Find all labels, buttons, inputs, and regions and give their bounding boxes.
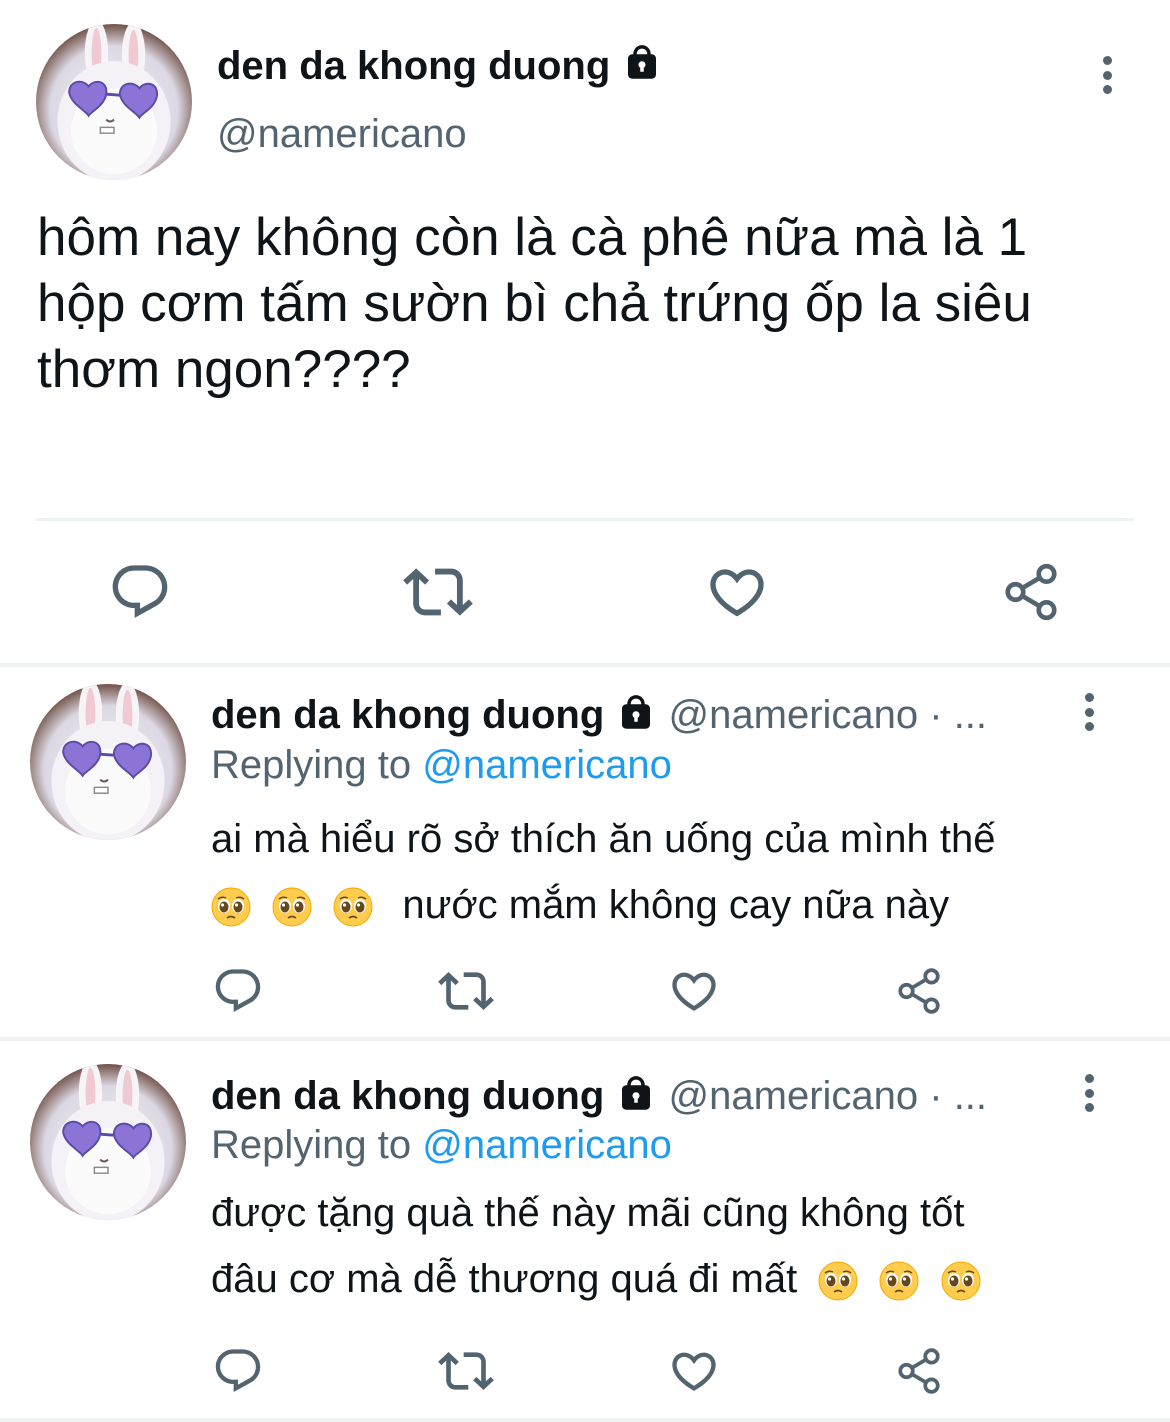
user-handle[interactable]: @namericano · ... <box>669 1074 988 1118</box>
reply-text-line: nước mắm không cay nữa này <box>402 883 950 927</box>
lock-icon <box>621 42 663 84</box>
pleading-face-emoji <box>941 1261 981 1301</box>
reply-icon[interactable] <box>212 1345 264 1397</box>
pleading-face-emoji <box>818 1261 858 1301</box>
retweet-icon[interactable] <box>403 557 473 627</box>
reply-text-line-2: nước mắm không cay nữa này <box>211 872 995 938</box>
user-handle[interactable]: @namericano · ... <box>669 693 988 737</box>
pleading-face-emoji <box>272 887 312 927</box>
more-vertical-icon[interactable] <box>1083 693 1095 731</box>
reply-text-line: được tặng quà thế này mãi cũng không tốt <box>211 1191 965 1235</box>
heart-icon[interactable] <box>705 560 769 624</box>
tweet-text-line: thơm ngon???? <box>37 340 411 399</box>
replying-to: Replying to @namericano <box>211 740 672 790</box>
display-name[interactable]: den da khong duong <box>211 1074 604 1118</box>
retweet-icon[interactable] <box>438 1343 494 1399</box>
divider <box>0 1418 1170 1422</box>
display-name[interactable]: den da khong duong <box>217 42 663 90</box>
replying-to-link[interactable]: @namericano <box>422 743 672 787</box>
retweet-icon[interactable] <box>438 963 494 1019</box>
avatar[interactable] <box>30 1064 186 1220</box>
reply-text: được tặng quà thế này mãi cũng không tốt… <box>211 1180 981 1312</box>
divider <box>36 518 1134 521</box>
pleading-face-emoji <box>333 887 373 927</box>
replying-to: Replying to @namericano <box>211 1120 672 1170</box>
display-name[interactable]: den da khong duong <box>211 693 604 737</box>
reply-text: ai mà hiểu rõ sở thích ăn uống của mình … <box>211 806 995 938</box>
avatar-image <box>36 24 192 180</box>
tweet-text-line: hôm nay không còn là cà phê nữa mà là 1 <box>37 208 1028 267</box>
reply-header: den da khong duong @namericano · ... <box>211 1071 987 1121</box>
avatar-image <box>30 684 186 840</box>
reply-text-line: đâu cơ mà dễ thương quá đi mất <box>211 1257 798 1301</box>
share-icon[interactable] <box>1000 561 1062 623</box>
share-icon[interactable] <box>894 966 944 1016</box>
avatar[interactable] <box>30 684 186 840</box>
replying-to-link[interactable]: @namericano <box>422 1123 672 1167</box>
replying-prefix: Replying to <box>211 743 412 787</box>
reply-text-line-2: đâu cơ mà dễ thương quá đi mất <box>211 1246 981 1312</box>
divider <box>0 1037 1170 1041</box>
reply-icon[interactable] <box>108 560 172 624</box>
tweet-text: hôm nay không còn là cà phê nữa mà là 1 … <box>37 205 1032 403</box>
tweet-actions <box>108 560 1062 624</box>
display-name-text: den da khong duong <box>217 44 611 88</box>
more-vertical-icon[interactable] <box>1083 1074 1095 1112</box>
divider <box>0 663 1170 667</box>
tweet-text-line: hộp cơm tấm sườn bì chả trứng ốp la siêu <box>37 274 1032 333</box>
replying-prefix: Replying to <box>211 1123 412 1167</box>
avatar-image <box>30 1064 186 1220</box>
user-handle[interactable]: @namericano <box>217 110 467 158</box>
share-icon[interactable] <box>894 1346 944 1396</box>
reply-actions <box>212 964 944 1018</box>
heart-icon[interactable] <box>668 1345 720 1397</box>
reply-text-line: ai mà hiểu rõ sở thích ăn uống của mình … <box>211 817 996 861</box>
avatar[interactable] <box>36 24 192 180</box>
pleading-face-emoji <box>211 887 251 927</box>
more-vertical-icon[interactable] <box>1101 56 1113 94</box>
lock-icon <box>615 692 657 734</box>
reply-actions <box>212 1344 944 1398</box>
pleading-face-emoji <box>879 1261 919 1301</box>
reply-icon[interactable] <box>212 965 264 1017</box>
lock-icon <box>615 1073 657 1115</box>
heart-icon[interactable] <box>668 965 720 1017</box>
reply-header: den da khong duong @namericano · ... <box>211 690 987 740</box>
